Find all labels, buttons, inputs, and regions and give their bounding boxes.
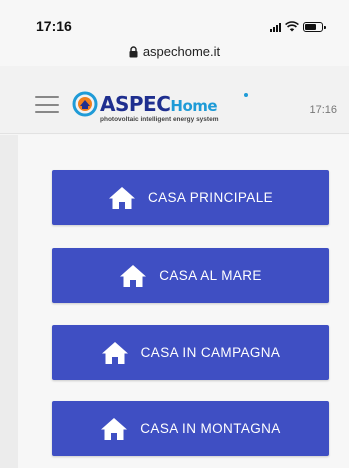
- hamburger-menu-icon[interactable]: [35, 96, 59, 113]
- logo-tagline: photovoltaic intelligent energy system: [100, 116, 219, 123]
- house-button-casa-in-campagna[interactable]: CASA IN CAMPAGNA: [52, 325, 329, 380]
- house-button-casa-in-montagna[interactable]: CASA IN MONTAGNA: [52, 401, 329, 456]
- logo-brand-main: ASPEC: [100, 92, 171, 116]
- house-button-casa-principale[interactable]: CASA PRINCIPALE: [52, 170, 329, 225]
- logo-mark-icon: [72, 91, 98, 117]
- house-button-casa-al-mare[interactable]: CASA AL MARE: [52, 248, 329, 303]
- battery-icon: [303, 22, 326, 32]
- house-button-label: CASA AL MARE: [159, 268, 262, 283]
- house-icon: [120, 264, 147, 287]
- logo-brand-sub: Home: [170, 97, 218, 115]
- browser-url-bar[interactable]: aspechome.it: [0, 44, 349, 59]
- house-list: CASA PRINCIPALE CASA AL MARE CASA IN CAM…: [0, 135, 349, 468]
- header-time: 17:16: [309, 104, 337, 116]
- wifi-icon: [285, 21, 299, 32]
- system-icons: [270, 20, 326, 32]
- logo-wordmark: ASPECHome: [100, 91, 218, 119]
- logo-dot: [244, 93, 248, 97]
- house-button-label: CASA IN CAMPAGNA: [140, 345, 281, 360]
- phone-screen: 17:16 aspechome.it ASPECHome photovoltai…: [0, 0, 349, 468]
- aspec-home-logo: ASPECHome photovoltaic intelligent energ…: [72, 91, 258, 127]
- house-button-label: CASA PRINCIPALE: [147, 190, 274, 205]
- app-header: ASPECHome photovoltaic intelligent energ…: [0, 66, 349, 134]
- house-button-label: CASA IN MONTAGNA: [140, 421, 281, 436]
- house-icon: [108, 186, 135, 209]
- status-clock: 17:16: [36, 18, 72, 34]
- lock-icon: [129, 45, 138, 57]
- house-icon: [101, 417, 128, 440]
- ios-status-bar: 17:16 aspechome.it: [0, 0, 349, 66]
- url-text[interactable]: aspechome.it: [143, 44, 220, 59]
- signal-bars-icon: [270, 22, 281, 32]
- house-icon: [101, 341, 128, 364]
